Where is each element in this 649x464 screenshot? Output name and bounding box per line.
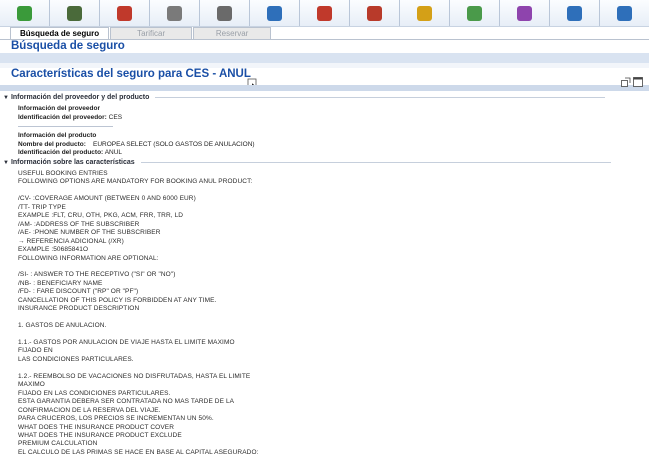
feature-line: /SI- : ANSWER TO THE RECEPTIVO ("SI" OR … bbox=[18, 271, 176, 279]
provider-section-header[interactable]: ▼ Información del proveedor y del produc… bbox=[3, 94, 606, 101]
feature-line: WHAT DOES THE INSURANCE PRODUCT COVER bbox=[18, 423, 174, 431]
provider-divider bbox=[18, 126, 113, 127]
globe-icon bbox=[67, 5, 82, 21]
toolbar-button-0[interactable] bbox=[0, 0, 50, 26]
services-icon bbox=[467, 5, 482, 21]
feature-line: /FD- : FARE DISCOUNT ("RP" OR "PF") bbox=[18, 288, 139, 296]
collapse-triangle-icon[interactable]: ▼ bbox=[3, 95, 9, 101]
provider-section-title: Información del proveedor y del producto bbox=[10, 94, 150, 101]
product-id-value: ANUL bbox=[104, 149, 123, 156]
product-heading: Información del producto bbox=[18, 132, 97, 139]
page-title: Búsqueda de seguro bbox=[11, 40, 125, 52]
toolbar-button-10[interactable] bbox=[500, 0, 550, 26]
feature-line: /NB- : BENEFICIARY NAME bbox=[18, 279, 103, 287]
feature-line: FIJADO EN bbox=[18, 347, 53, 355]
feature-line: /TT- TRIP TYPE bbox=[18, 203, 66, 211]
feature-line: /CV- :COVERAGE AMOUNT (BETWEEN 0 AND 600… bbox=[18, 195, 196, 203]
feature-line: EXAMPLE :50685841O bbox=[18, 246, 89, 254]
feature-line: 1. GASTOS DE ANULACION. bbox=[18, 322, 107, 330]
product-name-row: Nombre del producto: EUROPEA SELECT (SOL… bbox=[18, 141, 255, 148]
home-icon bbox=[17, 5, 32, 21]
feature-line: LAS CONDICIONES PARTICULARES. bbox=[18, 355, 134, 363]
toolbar-button-1[interactable] bbox=[50, 0, 100, 26]
feature-line: USEFUL BOOKING ENTRIES bbox=[18, 170, 108, 177]
toolbar-button-4[interactable] bbox=[200, 0, 250, 26]
agent-icon bbox=[367, 5, 382, 21]
expand-icon[interactable] bbox=[621, 77, 631, 87]
info-icon bbox=[617, 5, 632, 21]
section-title: Características del seguro para CES - AN… bbox=[11, 68, 251, 80]
toolbar-button-7[interactable] bbox=[350, 0, 400, 26]
feature-line: INSURANCE PRODUCT DESCRIPTION bbox=[18, 305, 140, 313]
toolbar-button-9[interactable] bbox=[450, 0, 500, 26]
rail-icon bbox=[317, 5, 332, 21]
section-band bbox=[0, 85, 649, 91]
umbrella-icon bbox=[417, 5, 432, 21]
feature-line: /AM- :ADDRESS OF THE SUBSCRIBER bbox=[18, 220, 140, 228]
notes-icon bbox=[517, 5, 532, 21]
title-band bbox=[0, 53, 649, 63]
product-name-label: Nombre del producto: bbox=[18, 141, 86, 148]
feature-line: WHAT DOES THE INSURANCE PRODUCT EXCLUDE bbox=[18, 431, 182, 439]
features-section-title: Información sobre las características bbox=[10, 159, 135, 166]
feature-line: EL CALCULO DE LAS PRIMAS SE HACE EN BASE… bbox=[18, 448, 259, 456]
collapse-triangle-icon[interactable]: ▼ bbox=[3, 160, 9, 166]
feature-line: 1.1.- GASTOS POR ANULACION DE VIAJE HAST… bbox=[18, 339, 235, 346]
feature-line: PARA CRUCEROS, LOS PRECIOS SE INCREMENTA… bbox=[18, 415, 214, 423]
corner-actions bbox=[621, 77, 643, 87]
feature-line: CONFIRMACION DE LA RESERVA DEL VIAJE. bbox=[18, 406, 161, 414]
product-id-row: Identificación del producto: ANUL bbox=[18, 149, 122, 156]
flight-icon bbox=[167, 5, 182, 21]
feature-line: → REFERENCIA ADICIONAL (/XR) bbox=[18, 237, 124, 245]
feature-line: MAXIMO bbox=[18, 381, 45, 389]
section-rule bbox=[155, 97, 606, 98]
toolbar-button-11[interactable] bbox=[550, 0, 600, 26]
person-icon bbox=[117, 5, 132, 21]
toolbar-button-2[interactable] bbox=[100, 0, 150, 26]
toolbar-button-3[interactable] bbox=[150, 0, 200, 26]
feature-line: FOLLOWING INFORMATION ARE OPTIONAL: bbox=[18, 254, 159, 262]
provider-id-row: Identificación del proveedor: CES bbox=[18, 114, 122, 121]
provider-id-label: Identificación del proveedor: bbox=[18, 114, 107, 121]
section-rule bbox=[140, 162, 611, 163]
feature-line: EXAMPLE :FLT, CRU, OTH, PKG, ACM, FRR, T… bbox=[18, 212, 184, 220]
feature-line: /AE- :PHONE NUMBER OF THE SUBSCRIBER bbox=[18, 229, 161, 237]
toolbar-button-8[interactable] bbox=[400, 0, 450, 26]
toolbar-button-12[interactable] bbox=[600, 0, 649, 26]
popup-icon[interactable] bbox=[633, 77, 643, 87]
provider-heading: Información del proveedor bbox=[18, 105, 100, 112]
car-icon bbox=[267, 5, 282, 21]
features-section-header[interactable]: ▼ Información sobre las características bbox=[3, 159, 611, 166]
feature-line: 1.2.- REEMBOLSO DE VACACIONES NO DISFRUT… bbox=[18, 372, 251, 380]
product-id-label: Identificación del producto: bbox=[18, 149, 104, 156]
product-name-value: EUROPEA SELECT (SOLO GASTOS DE ANULACION… bbox=[93, 141, 255, 148]
feature-line: FIJADO EN LAS CONDICIONES PARTICULARES. bbox=[18, 389, 171, 397]
feature-line: PREMIUM CALCULATION bbox=[18, 440, 98, 448]
toolbar-button-6[interactable] bbox=[300, 0, 350, 26]
feature-line: ESTA GARANTIA DEBERA SER CONTRATADA NO M… bbox=[18, 398, 235, 406]
document-icon bbox=[567, 5, 582, 21]
provider-id-value: CES bbox=[108, 114, 123, 121]
hotel-icon bbox=[217, 5, 232, 21]
feature-line: FOLLOWING OPTIONS ARE MANDATORY FOR BOOK… bbox=[18, 178, 253, 186]
feature-line: CANCELLATION OF THIS POLICY IS FORBIDDEN… bbox=[18, 296, 217, 304]
main-toolbar bbox=[0, 0, 649, 27]
toolbar-button-5[interactable] bbox=[250, 0, 300, 26]
